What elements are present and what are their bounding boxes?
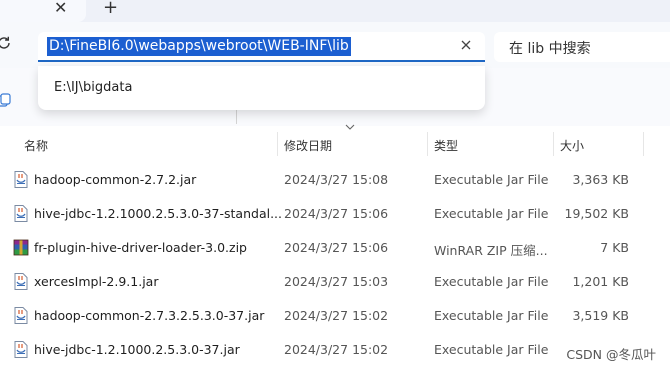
file-row[interactable]: fr-plugin-hive-driver-loader-3.0.zip 202… [0, 231, 670, 265]
file-type: Executable Jar File [434, 308, 549, 323]
jar-file-icon [14, 273, 28, 290]
command-divider [236, 108, 237, 124]
file-row[interactable]: xercesImpl-2.9.1.jar 2024/3/27 15:03 Exe… [0, 265, 670, 299]
file-type: Executable Jar File [434, 206, 549, 221]
file-size: 3,519 KB [572, 308, 629, 323]
jar-file-icon [14, 307, 28, 324]
file-modified: 2024/3/27 15:02 [284, 308, 389, 323]
refresh-icon[interactable] [0, 35, 12, 51]
winrar-zip-icon [13, 239, 29, 256]
file-size: 19,502 KB [564, 206, 629, 221]
file-type: Executable Jar File [434, 274, 549, 289]
address-path[interactable]: D:\FineBI6.0\webapps\webroot\WEB-INF\lib [47, 37, 351, 56]
file-type: Executable Jar File [434, 172, 549, 187]
file-size: 3,363 KB [572, 172, 629, 187]
jar-file-icon [14, 205, 28, 222]
clear-icon[interactable] [459, 38, 473, 52]
file-type: WinRAR ZIP 压缩... [434, 243, 548, 258]
file-modified: 2024/3/27 15:02 [284, 342, 389, 357]
jar-file-icon [14, 341, 28, 358]
file-row[interactable]: hadoop-common-2.7.2.jar 2024/3/27 15:08 … [0, 163, 670, 197]
column-headers: 名称 修改日期 类型 大小 [0, 128, 670, 160]
file-name: hadoop-common-2.7.2.jar [34, 172, 197, 187]
file-name: xercesImpl-2.9.1.jar [34, 274, 159, 289]
suggestion-item[interactable]: E:\IJ\bigdata [54, 80, 132, 95]
jar-file-icon [14, 171, 28, 188]
address-field[interactable]: D:\FineBI6.0\webapps\webroot\WEB-INF\lib [38, 32, 485, 62]
search-input[interactable]: 在 lib 中搜索 [494, 32, 670, 62]
header-modified[interactable]: 修改日期 [284, 137, 332, 154]
file-size: 1,201 KB [572, 274, 629, 289]
file-name: hadoop-common-2.7.3.2.5.3.0-37.jar [34, 308, 265, 323]
header-name[interactable]: 名称 [24, 137, 48, 154]
search-placeholder: 在 lib 中搜索 [509, 41, 591, 57]
column-divider[interactable] [553, 132, 554, 156]
column-divider[interactable] [277, 132, 278, 156]
file-name: fr-plugin-hive-driver-loader-3.0.zip [34, 240, 247, 255]
file-type: Executable Jar File [434, 342, 549, 357]
file-row[interactable]: hive-jdbc-1.2.1000.2.5.3.0-37-standal...… [0, 197, 670, 231]
new-tab-button[interactable]: + [103, 0, 118, 18]
file-size: 7 KB [600, 240, 629, 255]
file-name: hive-jdbc-1.2.1000.2.5.3.0-37.jar [34, 342, 240, 357]
address-suggestions: E:\IJ\bigdata [38, 66, 485, 110]
copy-icon[interactable] [0, 93, 11, 107]
tab-strip [0, 0, 670, 22]
file-modified: 2024/3/27 15:08 [284, 172, 389, 187]
file-name: hive-jdbc-1.2.1000.2.5.3.0-37-standal... [34, 206, 282, 221]
header-size[interactable]: 大小 [560, 137, 584, 154]
column-divider[interactable] [643, 132, 644, 156]
watermark: CSDN @冬瓜叶 [566, 347, 656, 362]
file-modified: 2024/3/27 15:06 [284, 240, 389, 255]
file-modified: 2024/3/27 15:06 [284, 206, 389, 221]
file-modified: 2024/3/27 15:03 [284, 274, 389, 289]
column-divider[interactable] [427, 132, 428, 156]
header-type[interactable]: 类型 [434, 137, 458, 154]
file-row[interactable]: hadoop-common-2.7.3.2.5.3.0-37.jar 2024/… [0, 299, 670, 333]
close-tab-icon[interactable]: ✕ [54, 0, 67, 17]
explorer-tab[interactable]: ✕ [0, 0, 86, 22]
